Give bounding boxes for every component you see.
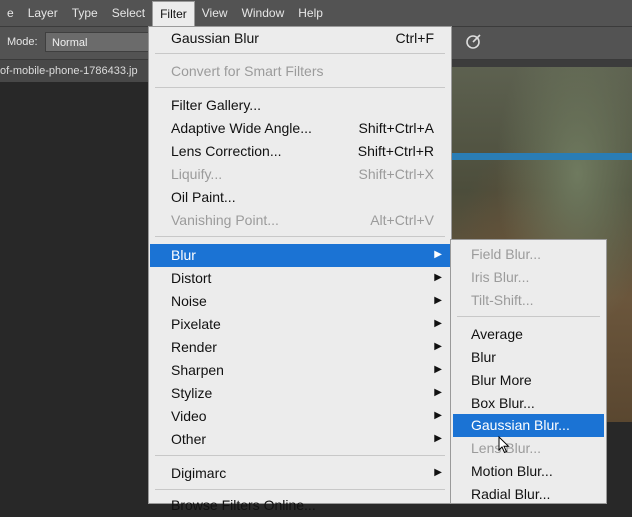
chevron-right-icon: ▶ xyxy=(434,318,442,329)
menu-separator xyxy=(457,316,600,317)
image-blue-strip xyxy=(450,153,632,160)
chevron-right-icon: ▶ xyxy=(434,467,442,478)
menu-item-label: Sharpen xyxy=(171,362,224,378)
menu-item-label: Digimarc xyxy=(171,465,227,481)
chevron-right-icon: ▶ xyxy=(434,295,442,306)
submenu-item-label: Field Blur... xyxy=(471,246,542,262)
mode-label: Mode: xyxy=(7,36,38,48)
menu-separator xyxy=(155,53,445,54)
menu-item-oil-paint[interactable]: Oil Paint... xyxy=(150,186,450,209)
submenu-item-tilt-shift: Tilt-Shift... xyxy=(453,289,604,312)
menu-item-label: Adaptive Wide Angle... xyxy=(171,120,312,136)
menu-item-shortcut: Ctrl+F xyxy=(395,30,435,46)
menu-window[interactable]: Window xyxy=(235,0,292,26)
submenu-item-label: Gaussian Blur... xyxy=(471,417,570,433)
menu-item-label: Convert for Smart Filters xyxy=(171,63,324,79)
menu-item-label: Distort xyxy=(171,270,212,286)
menu-select[interactable]: Select xyxy=(105,0,152,26)
submenu-item-lens-blur: Lens Blur... xyxy=(453,437,604,460)
chevron-right-icon: ▶ xyxy=(434,272,442,283)
document-tab[interactable]: of-mobile-phone-1786433.jp xyxy=(0,60,150,82)
menu-item-label: Filter Gallery... xyxy=(171,97,261,113)
menu-item-vanishing-point: Vanishing Point... Alt+Ctrl+V xyxy=(150,209,450,232)
menu-item-label: Render xyxy=(171,339,217,355)
menu-item-label: Noise xyxy=(171,293,207,309)
menu-item-label: Liquify... xyxy=(171,166,223,182)
mode-select-value: Normal xyxy=(52,37,88,49)
menu-item-pixelate[interactable]: Pixelate ▶ xyxy=(150,313,450,336)
submenu-item-iris-blur: Iris Blur... xyxy=(453,266,604,289)
submenu-item-label: Average xyxy=(471,326,523,342)
menu-type[interactable]: Type xyxy=(65,0,105,26)
document-tab-title: of-mobile-phone-1786433.jp xyxy=(0,65,138,77)
menu-item-video[interactable]: Video ▶ xyxy=(150,405,450,428)
menu-filter[interactable]: Filter xyxy=(152,0,195,27)
menu-item-filter-gallery[interactable]: Filter Gallery... xyxy=(150,94,450,117)
menu-item-last-filter[interactable]: Gaussian Blur Ctrl+F xyxy=(150,27,450,50)
submenu-item-label: Blur More xyxy=(471,372,532,388)
menu-item-label: Vanishing Point... xyxy=(171,212,279,228)
menu-item-shortcut: Shift+Ctrl+R xyxy=(357,143,434,159)
menu-view[interactable]: View xyxy=(195,0,235,26)
chevron-right-icon: ▶ xyxy=(434,433,442,444)
menu-item-liquify: Liquify... Shift+Ctrl+X xyxy=(150,163,450,186)
menu-item-label: Browse Filters Online... xyxy=(171,497,316,513)
menu-item-stylize[interactable]: Stylize ▶ xyxy=(150,382,450,405)
menu-item-lens-correction[interactable]: Lens Correction... Shift+Ctrl+R xyxy=(150,140,450,163)
menu-item-convert-smart-filters: Convert for Smart Filters xyxy=(150,60,450,83)
submenu-item-blur-more[interactable]: Blur More xyxy=(453,369,604,392)
chevron-right-icon: ▶ xyxy=(434,364,442,375)
menu-item-blur[interactable]: Blur ▶ xyxy=(150,244,450,267)
submenu-item-label: Iris Blur... xyxy=(471,269,530,285)
blur-submenu: Field Blur... Iris Blur... Tilt-Shift...… xyxy=(450,239,607,504)
mode-select[interactable]: Normal xyxy=(45,32,150,52)
menu-item-digimarc[interactable]: Digimarc ▶ xyxy=(150,462,450,485)
submenu-item-label: Box Blur... xyxy=(471,395,535,411)
menu-separator xyxy=(155,236,445,237)
menu-separator xyxy=(155,489,445,490)
submenu-item-gaussian-blur[interactable]: Gaussian Blur... xyxy=(453,414,604,437)
menu-item-other[interactable]: Other ▶ xyxy=(150,428,450,451)
menu-item-label: Lens Correction... xyxy=(171,143,282,159)
menu-item-shortcut: Shift+Ctrl+A xyxy=(358,120,434,136)
menu-layer[interactable]: Layer xyxy=(21,0,65,26)
menu-item-distort[interactable]: Distort ▶ xyxy=(150,267,450,290)
mouse-pointer-icon xyxy=(498,436,510,454)
airbrush-icon[interactable] xyxy=(462,33,484,55)
submenu-item-label: Radial Blur... xyxy=(471,486,551,502)
submenu-item-box-blur[interactable]: Box Blur... xyxy=(453,392,604,415)
submenu-item-motion-blur[interactable]: Motion Blur... xyxy=(453,460,604,483)
menu-item-adaptive-wide-angle[interactable]: Adaptive Wide Angle... Shift+Ctrl+A xyxy=(150,117,450,140)
submenu-item-average[interactable]: Average xyxy=(453,323,604,346)
menu-item-label: Oil Paint... xyxy=(171,189,236,205)
menu-item-label: Pixelate xyxy=(171,316,221,332)
chevron-right-icon: ▶ xyxy=(434,410,442,421)
menu-separator xyxy=(155,87,445,88)
menu-item-label: Gaussian Blur xyxy=(171,30,259,46)
menu-item-label: Video xyxy=(171,408,207,424)
menu-item-label: Stylize xyxy=(171,385,213,401)
menu-item-label: Blur xyxy=(171,247,196,263)
submenu-item-label: Blur xyxy=(471,349,496,365)
menu-item-sharpen[interactable]: Sharpen ▶ xyxy=(150,359,450,382)
menu-item-label: Other xyxy=(171,431,207,447)
menu-edit[interactable]: e xyxy=(0,0,21,26)
menu-item-shortcut: Alt+Ctrl+V xyxy=(370,212,434,228)
submenu-item-blur[interactable]: Blur xyxy=(453,346,604,369)
submenu-item-label: Tilt-Shift... xyxy=(471,292,534,308)
chevron-right-icon: ▶ xyxy=(434,387,442,398)
menu-item-browse-filters-online[interactable]: Browse Filters Online... xyxy=(150,494,450,517)
menu-bar: e Layer Type Select Filter View Window H… xyxy=(0,0,632,27)
chevron-right-icon: ▶ xyxy=(434,249,442,260)
menu-item-shortcut: Shift+Ctrl+X xyxy=(358,166,434,182)
filter-menu: Gaussian Blur Ctrl+F Convert for Smart F… xyxy=(148,26,452,513)
menu-separator xyxy=(155,455,445,456)
menu-item-render[interactable]: Render ▶ xyxy=(150,336,450,359)
submenu-item-field-blur: Field Blur... xyxy=(453,243,604,266)
chevron-right-icon: ▶ xyxy=(434,341,442,352)
submenu-item-label: Motion Blur... xyxy=(471,463,553,479)
submenu-item-radial-blur[interactable]: Radial Blur... xyxy=(453,483,604,506)
menu-help[interactable]: Help xyxy=(291,0,330,26)
menu-item-noise[interactable]: Noise ▶ xyxy=(150,290,450,313)
